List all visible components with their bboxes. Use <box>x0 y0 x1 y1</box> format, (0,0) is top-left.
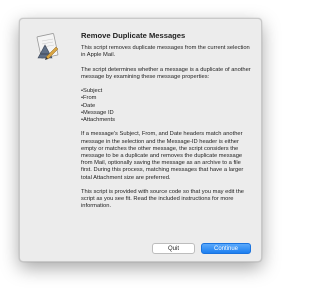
continue-button[interactable]: Continue <box>201 243 251 254</box>
property-item: Attachments <box>81 117 253 124</box>
dialog-title: Remove Duplicate Messages <box>81 31 186 40</box>
dialog-message: This script removes duplicate messages f… <box>81 45 253 218</box>
behavior-paragraph: If a message's Subject, From, and Date h… <box>81 131 244 181</box>
alert-dialog: Remove Duplicate Messages This script re… <box>19 18 262 262</box>
intro-paragraph: This script removes duplicate messages f… <box>81 45 250 59</box>
criteria-paragraph: The script determines whether a message … <box>81 66 251 80</box>
property-list: Subject From Date Message ID Attachments <box>81 88 253 124</box>
source-code-paragraph: This script is provided with source code… <box>81 189 244 210</box>
script-editor-icon <box>32 32 62 62</box>
property-item: Date <box>81 103 253 110</box>
property-item: Subject <box>81 88 253 95</box>
property-item: From <box>81 95 253 102</box>
quit-button[interactable]: Quit <box>152 243 195 254</box>
property-item: Message ID <box>81 110 253 117</box>
